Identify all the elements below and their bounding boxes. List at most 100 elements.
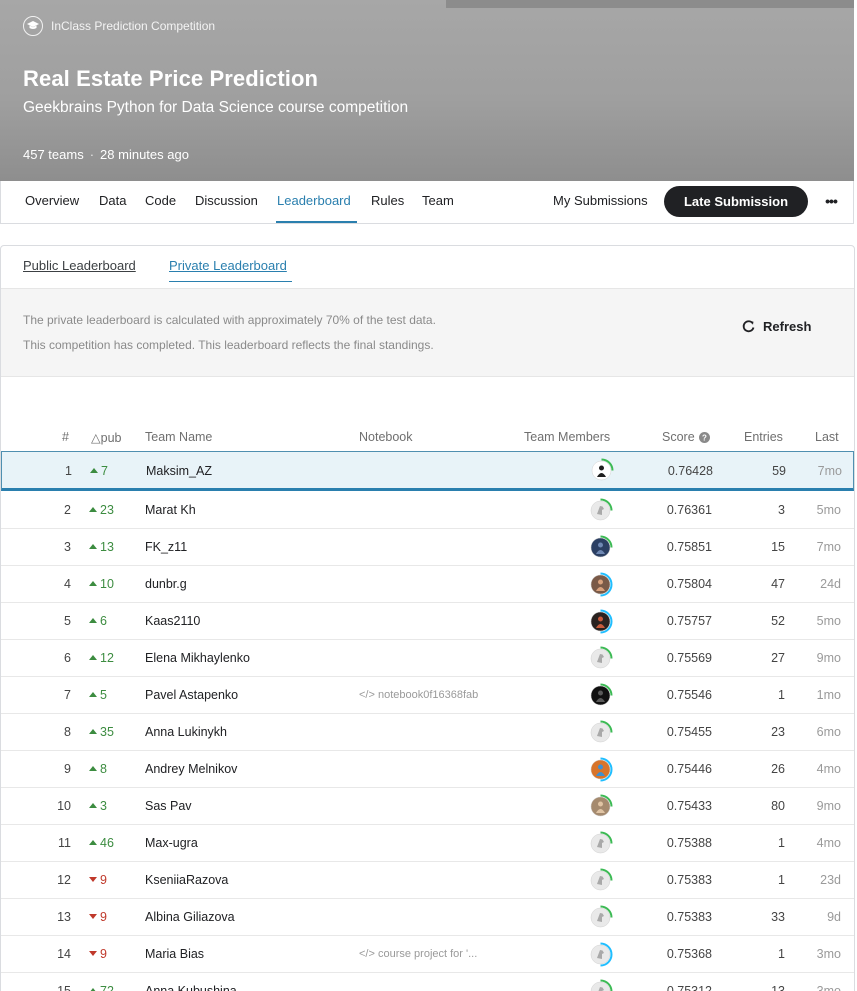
tab-data[interactable]: Data (99, 181, 126, 223)
arrow-up-icon (89, 803, 97, 809)
delta-cell: 7 (90, 452, 130, 490)
col-team-name: Team Name (145, 430, 213, 444)
team-name-link[interactable]: Anna Lukinykh (145, 714, 227, 751)
delta-value: 6 (100, 614, 107, 628)
avatar[interactable] (588, 942, 613, 967)
last-submission-cell: 4mo (816, 836, 841, 850)
avatar[interactable] (588, 572, 613, 597)
notebook-link[interactable]: </> course project for '... (359, 936, 477, 973)
avatar[interactable] (588, 535, 613, 560)
tab-public-leaderboard[interactable]: Public Leaderboard (23, 258, 136, 281)
avatar[interactable] (588, 794, 613, 819)
avatar[interactable] (588, 609, 613, 634)
last-updated: 28 minutes ago (100, 147, 189, 162)
avatar[interactable] (588, 498, 613, 523)
table-row[interactable]: 5 6 Kaas2110 0.75757 52 5mo (1, 603, 854, 640)
table-row[interactable]: 11 46 Max-ugra 0.75388 1 4mo (1, 825, 854, 862)
avatar[interactable] (588, 646, 613, 671)
avatar[interactable] (588, 831, 613, 856)
avatar[interactable] (589, 458, 614, 496)
arrow-up-icon (89, 655, 97, 661)
tab-team[interactable]: Team (422, 181, 454, 223)
table-row[interactable]: 14 9 Maria Bias </> course project for '...… (1, 936, 854, 973)
rank-cell: 1 (65, 464, 72, 478)
rank-cell: 6 (64, 651, 71, 665)
refresh-button[interactable]: Refresh (742, 319, 811, 334)
delta-value: 3 (100, 799, 107, 813)
table-row[interactable]: 15 72 Anna Kubushina 0.75312 13 3mo (1, 973, 854, 991)
avatar[interactable] (588, 979, 613, 991)
table-row[interactable]: 13 9 Albina Giliazova 0.75383 33 9d (1, 899, 854, 936)
tab-rules[interactable]: Rules (371, 181, 404, 223)
tab-overview[interactable]: Overview (25, 181, 79, 223)
team-name-link[interactable]: Sas Pav (145, 788, 192, 825)
entries-cell: 1 (778, 836, 785, 850)
table-row[interactable]: 6 12 Elena Mikhaylenko 0.75569 27 9mo (1, 640, 854, 677)
delta-cell: 35 (89, 714, 129, 751)
table-row[interactable]: 12 9 KseniiaRazova 0.75383 1 23d (1, 862, 854, 899)
arrow-up-icon (89, 618, 97, 624)
table-row[interactable]: 3 13 FK_z11 0.75851 15 7mo (1, 529, 854, 566)
score-cell: 0.75388 (666, 836, 712, 850)
competition-meta: 457 teams · 28 minutes ago (23, 147, 189, 162)
competition-type-label: InClass Prediction Competition (51, 19, 216, 33)
delta-cell: 6 (89, 603, 129, 640)
late-submission-button[interactable]: Late Submission (664, 186, 808, 217)
col-team-members: Team Members (524, 430, 611, 444)
team-name-link[interactable]: Maria Bias (145, 936, 204, 973)
table-row[interactable]: 8 35 Anna Lukinykh 0.75455 23 6mo (1, 714, 854, 751)
team-name-link[interactable]: Albina Giliazova (145, 899, 235, 936)
team-name-link[interactable]: Kaas2110 (145, 603, 200, 640)
table-row[interactable]: 7 5 Pavel Astapenko </> notebook0f16368fab 0… (1, 677, 854, 714)
col-entries: Entries (744, 430, 783, 444)
entries-cell: 1 (778, 688, 785, 702)
rank-cell: 12 (57, 873, 71, 887)
competition-type: InClass Prediction Competition (23, 15, 215, 37)
arrow-up-icon (89, 544, 97, 550)
arrow-down-icon (89, 877, 97, 883)
table-row[interactable]: 9 8 Andrey Melnikov 0.75446 26 4mo (1, 751, 854, 788)
avatar[interactable] (588, 868, 613, 893)
more-options-icon[interactable]: ••• (821, 190, 841, 212)
table-row[interactable]: 2 23 Marat Kh 0.76361 3 5mo (1, 492, 854, 529)
entries-cell: 26 (771, 762, 785, 776)
avatar[interactable] (588, 757, 613, 782)
team-name-link[interactable]: Andrey Melnikov (145, 751, 237, 788)
rank-cell: 4 (64, 577, 71, 591)
team-name-link[interactable]: dunbr.g (145, 566, 187, 603)
notebook-link[interactable]: </> notebook0f16368fab (359, 677, 478, 714)
help-icon[interactable]: ? (698, 431, 710, 443)
table-row[interactable]: 10 3 Sas Pav 0.75433 80 9mo (1, 788, 854, 825)
avatar[interactable] (588, 683, 613, 708)
team-name-link[interactable]: FK_z11 (145, 529, 187, 566)
entries-cell: 23 (771, 725, 785, 739)
competition-title: Real Estate Price Prediction (23, 66, 319, 91)
delta-cell: 23 (89, 492, 129, 529)
table-row[interactable]: 1 7 Maksim_AZ 0.76428 59 7mo (1, 451, 854, 491)
tab-private-leaderboard[interactable]: Private Leaderboard (169, 258, 292, 282)
team-name-link[interactable]: Pavel Astapenko (145, 677, 238, 714)
table-row[interactable]: 4 10 dunbr.g 0.75804 47 24d (1, 566, 854, 603)
delta-value: 9 (100, 873, 107, 887)
team-name-link[interactable]: Elena Mikhaylenko (145, 640, 250, 677)
rank-cell: 8 (64, 725, 71, 739)
team-name-link[interactable]: Max-ugra (145, 825, 198, 862)
tab-discussion[interactable]: Discussion (195, 181, 258, 223)
delta-value: 46 (100, 836, 114, 850)
score-cell: 0.75433 (666, 799, 712, 813)
refresh-label: Refresh (763, 319, 812, 334)
col-rank: # (62, 430, 69, 444)
avatar[interactable] (588, 720, 613, 745)
team-name-link[interactable]: Anna Kubushina (145, 973, 237, 991)
avatar[interactable] (588, 905, 613, 930)
team-name-link[interactable]: Marat Kh (145, 492, 196, 529)
score-cell: 0.75446 (666, 762, 712, 776)
code-icon: </> (359, 689, 378, 701)
my-submissions-link[interactable]: My Submissions (553, 181, 648, 221)
tab-code[interactable]: Code (145, 181, 176, 223)
rank-cell: 7 (64, 688, 71, 702)
team-name-link[interactable]: KseniiaRazova (145, 862, 228, 899)
team-name-link[interactable]: Maksim_AZ (146, 452, 212, 490)
arrow-down-icon (89, 914, 97, 920)
tab-leaderboard[interactable]: Leaderboard (276, 181, 357, 223)
